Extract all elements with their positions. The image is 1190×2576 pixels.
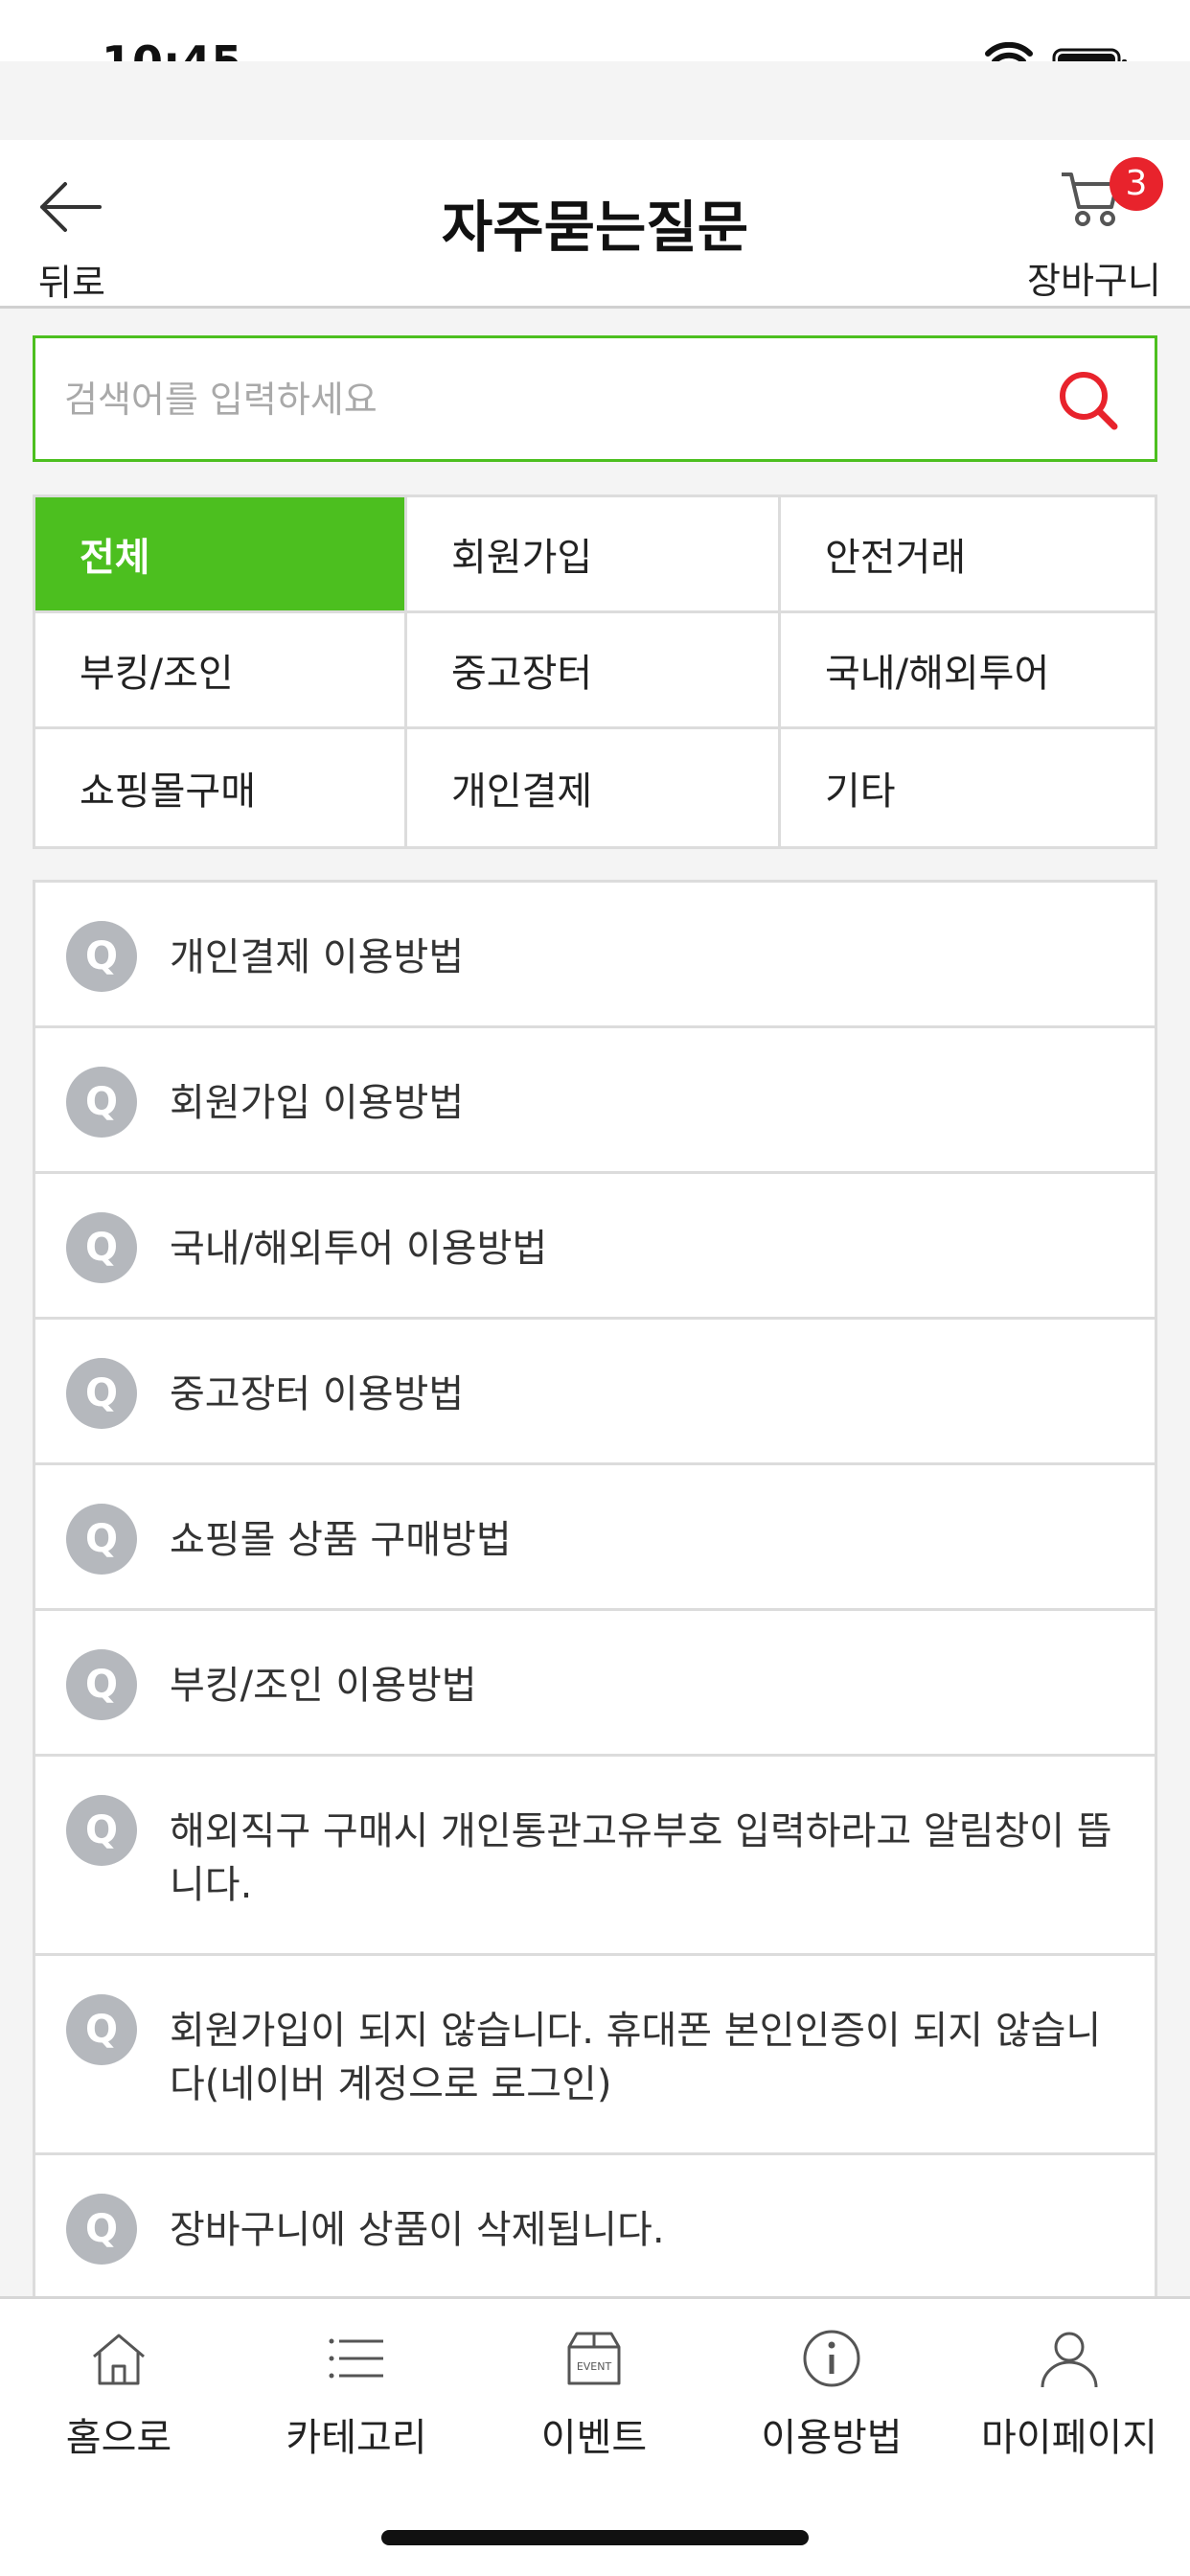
- tab-mypage-label: 마이페이지: [981, 2416, 1157, 2460]
- event-badge-text: EVENT: [577, 2360, 612, 2373]
- info-icon: [803, 2330, 860, 2387]
- category-all[interactable]: 전체: [35, 497, 407, 613]
- tab-guide[interactable]: 이용방법: [713, 2328, 950, 2491]
- search-bar: [33, 335, 1157, 462]
- tab-event-label: 이벤트: [540, 2416, 648, 2460]
- faq-question: 부킹/조인 이용방법: [170, 1664, 477, 1708]
- search-input[interactable]: [64, 365, 1022, 434]
- faq-item[interactable]: Q 부킹/조인 이용방법: [35, 1611, 1155, 1757]
- tab-event[interactable]: EVENT 이벤트: [475, 2328, 713, 2491]
- tab-category-label: 카테고리: [286, 2416, 427, 2460]
- event-box-icon: EVENT: [567, 2332, 621, 2385]
- category-signup[interactable]: 회원가입: [407, 497, 781, 613]
- cart-label: 장바구니: [1027, 260, 1161, 302]
- list-icon: [329, 2338, 383, 2379]
- category-booking-join[interactable]: 부킹/조인: [35, 613, 407, 729]
- status-strip: [0, 61, 1190, 140]
- faq-question: 회원가입 이용방법: [170, 1081, 465, 1125]
- cart-count-badge: 3: [1110, 157, 1163, 211]
- faq-item[interactable]: Q 중고장터 이용방법: [35, 1320, 1155, 1465]
- app-header: 뒤로 자주묻는질문 3 장바구니: [0, 140, 1190, 309]
- category-mall-purchase[interactable]: 쇼핑몰구매: [35, 729, 407, 846]
- search-icon[interactable]: [1051, 367, 1128, 434]
- faq-item[interactable]: Q 쇼핑몰 상품 구매방법: [35, 1465, 1155, 1611]
- faq-item[interactable]: Q 회원가입 이용방법: [35, 1028, 1155, 1174]
- tab-home[interactable]: 홈으로: [0, 2328, 238, 2491]
- question-icon: Q: [66, 1504, 137, 1575]
- cart-button[interactable]: 3 장바구니: [1016, 157, 1169, 302]
- category-tours[interactable]: 국내/해외투어: [781, 613, 1155, 729]
- category-grid: 전체 회원가입 안전거래 부킹/조인 중고장터 국내/해외투어 쇼핑몰구매 개인…: [33, 494, 1157, 849]
- question-icon: Q: [66, 1212, 137, 1283]
- question-icon: Q: [66, 1994, 137, 2065]
- faq-question: 중고장터 이용방법: [170, 1372, 465, 1416]
- category-personal-payment[interactable]: 개인결제: [407, 729, 781, 846]
- category-safe-trade[interactable]: 안전거래: [781, 497, 1155, 613]
- tab-guide-label: 이용방법: [761, 2416, 903, 2460]
- faq-item[interactable]: Q 해외직구 구매시 개인통관고유부호 입력하라고 알림창이 뜹니다.: [35, 1757, 1155, 1956]
- question-icon: Q: [66, 2194, 137, 2265]
- faq-item[interactable]: Q 장바구니에 상품이 삭제됩니다.: [35, 2155, 1155, 2296]
- tab-mypage[interactable]: 마이페이지: [950, 2328, 1188, 2491]
- faq-question: 국내/해외투어 이용방법: [170, 1227, 548, 1271]
- question-icon: Q: [66, 1649, 137, 1720]
- tab-category[interactable]: 카테고리: [238, 2328, 475, 2491]
- faq-item[interactable]: Q 개인결제 이용방법: [35, 883, 1155, 1028]
- category-etc[interactable]: 기타: [781, 729, 1155, 846]
- question-icon: Q: [66, 1795, 137, 1866]
- faq-item[interactable]: Q 회원가입이 되지 않습니다. 휴대폰 본인인증이 되지 않습니다(네이버 계…: [35, 1956, 1155, 2155]
- faq-question: 쇼핑몰 상품 구매방법: [170, 1518, 512, 1562]
- user-icon: [1041, 2332, 1098, 2388]
- home-indicator: [381, 2530, 809, 2545]
- question-icon: Q: [66, 921, 137, 992]
- tab-home-label: 홈으로: [65, 2416, 172, 2460]
- faq-question: 회원가입이 되지 않습니다. 휴대폰 본인인증이 되지 않습니다(네이버 계정으…: [170, 2009, 1102, 2106]
- question-icon: Q: [66, 1067, 137, 1138]
- home-icon: [93, 2334, 145, 2385]
- faq-list: Q 개인결제 이용방법 Q 회원가입 이용방법 Q 국내/해외투어 이용방법 Q…: [33, 880, 1157, 2296]
- faq-question: 해외직구 구매시 개인통관고유부호 입력하라고 알림창이 뜹니다.: [170, 1809, 1112, 1907]
- faq-item[interactable]: Q 국내/해외투어 이용방법: [35, 1174, 1155, 1320]
- faq-question: 장바구니에 상품이 삭제됩니다.: [170, 2208, 665, 2252]
- page-title: 자주묻는질문: [441, 195, 749, 260]
- question-icon: Q: [66, 1358, 137, 1429]
- status-bar: 10:45: [0, 0, 1190, 88]
- faq-question: 개인결제 이용방법: [170, 935, 465, 979]
- category-used-market[interactable]: 중고장터: [407, 613, 781, 729]
